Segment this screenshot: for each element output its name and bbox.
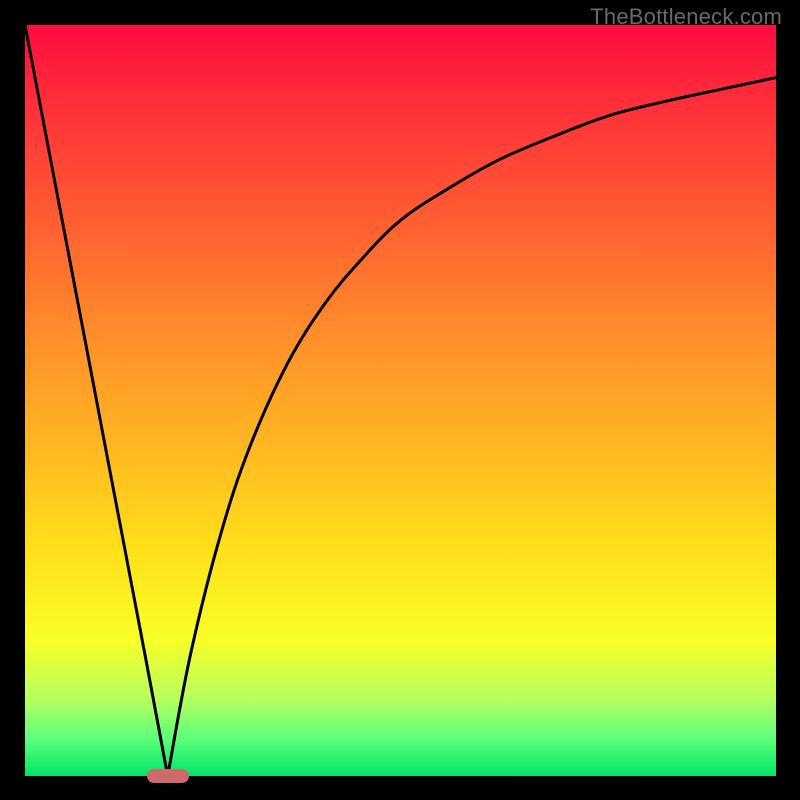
apex-marker	[147, 769, 189, 783]
plot-area	[25, 25, 776, 776]
viewport-frame: TheBottleneck.com	[0, 0, 800, 800]
curve-path	[25, 25, 776, 776]
bottleneck-curve	[25, 25, 776, 776]
